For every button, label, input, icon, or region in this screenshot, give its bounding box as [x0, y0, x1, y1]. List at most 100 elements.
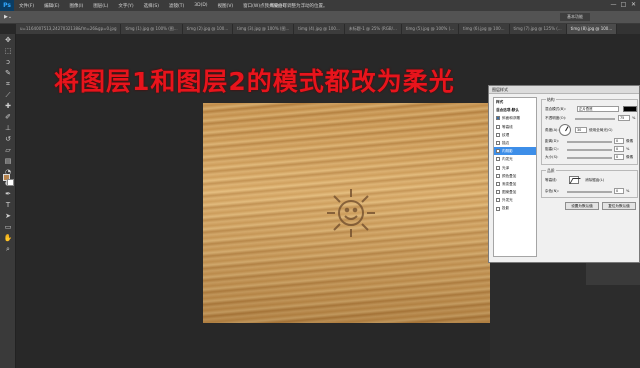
style-list-item[interactable]: 纹理	[494, 131, 536, 139]
document-tab[interactable]: timg (3).jpg @ 100% (图...	[233, 24, 295, 34]
options-bar: ▶⌄ 基本功能	[0, 11, 640, 24]
crop-icon[interactable]: ⌗	[1, 79, 15, 89]
size-field[interactable]: 0	[614, 154, 624, 160]
style-checkbox[interactable]	[496, 132, 500, 137]
quality-title: 品质	[546, 168, 556, 174]
style-checkbox[interactable]	[496, 124, 500, 129]
menu-filter[interactable]: 滤镜(T)	[164, 3, 189, 9]
style-list-item[interactable]: 斜面和浮雕	[494, 114, 536, 122]
style-checkbox[interactable]	[496, 181, 500, 186]
choke-slider[interactable]	[567, 149, 612, 151]
style-checkbox[interactable]	[496, 198, 500, 203]
menu-3d[interactable]: 3D(D)	[189, 3, 212, 8]
style-list-item[interactable]: 描边	[494, 139, 536, 147]
antialias-checkbox[interactable]: 消除锯齿(L)	[585, 178, 604, 183]
history-brush-icon[interactable]: ↺	[1, 134, 15, 144]
menu-type[interactable]: 文字(Y)	[113, 3, 138, 9]
noise-field[interactable]: 0	[614, 188, 624, 194]
distance-field[interactable]: 0	[614, 138, 624, 144]
blend-mode-select[interactable]: 正片叠底	[577, 106, 619, 112]
document-tab-active[interactable]: timg (8).jpg @ 100...	[566, 24, 618, 34]
distance-slider[interactable]	[567, 141, 612, 143]
eraser-icon[interactable]: ▱	[1, 145, 15, 155]
stamp-icon[interactable]: ⊥	[1, 123, 15, 133]
style-list-item[interactable]: 渐变叠加	[494, 180, 536, 188]
quick-select-icon[interactable]: ✎	[1, 68, 15, 78]
size-slider[interactable]	[567, 157, 612, 159]
opacity-field[interactable]: 75	[618, 115, 630, 121]
style-list-item[interactable]: 颜色叠加	[494, 172, 536, 180]
distance-label: 距离(D):	[545, 139, 559, 143]
maximize-button[interactable]: □	[620, 2, 627, 8]
style-list-item[interactable]: 图案叠加	[494, 188, 536, 196]
reset-default-button[interactable]: 复位为默认值	[602, 202, 636, 210]
style-checkbox[interactable]	[496, 190, 500, 195]
document-tab[interactable]: timg (4).jpg @ 100...	[294, 24, 345, 34]
style-list-item[interactable]: 内发光	[494, 155, 536, 163]
noise-slider[interactable]	[567, 191, 612, 193]
menu-edit[interactable]: 编辑(E)	[39, 3, 64, 9]
lasso-icon[interactable]: ↄ	[1, 57, 15, 67]
zoom-icon[interactable]: ⌕	[1, 244, 15, 254]
hand-icon[interactable]: ✋	[1, 233, 15, 243]
document-tab[interactable]: timg (7).jpg @ 125% (...	[509, 24, 567, 34]
layer-style-dialog: 图层样式 样式 混合选项:默认 斜面和浮雕 等高线 纹理 描边 内阴影 内发光 光泽 颜色叠加 渐变…	[488, 85, 640, 263]
document-canvas-wood-texture[interactable]	[203, 103, 493, 323]
pen-icon[interactable]: ✒	[1, 189, 15, 199]
close-window-button[interactable]: ✕	[630, 2, 637, 8]
path-select-icon[interactable]: ➤	[1, 211, 15, 221]
opacity-unit: %	[632, 116, 636, 120]
style-list-item[interactable]: 外发光	[494, 196, 536, 204]
document-tab[interactable]: timg (6).jpg @ 100...	[458, 24, 510, 34]
minimize-button[interactable]: —	[610, 2, 617, 8]
opacity-label: 不透明度(O):	[545, 116, 567, 120]
structure-title: 结构	[546, 97, 556, 103]
type-icon[interactable]: T	[1, 200, 15, 210]
angle-dial[interactable]	[559, 124, 571, 136]
style-list-item[interactable]: 样式	[494, 98, 536, 106]
document-tab[interactable]: timg (5).jpg @ 100% (...	[401, 24, 459, 34]
document-tab[interactable]: 未标题-1 @ 25% (RGB/...	[344, 24, 402, 34]
style-list-label: 外发光	[502, 198, 513, 203]
opacity-slider[interactable]	[575, 118, 615, 120]
style-checkbox[interactable]	[496, 206, 500, 211]
document-tab[interactable]: u=1164007513,2427032138&fm=26&gp=0.jpg	[16, 24, 122, 34]
shadow-color-swatch[interactable]	[623, 106, 637, 112]
workspace-switcher[interactable]: 基本功能	[560, 13, 590, 21]
menu-image[interactable]: 图像(I)	[64, 3, 88, 9]
menu-file[interactable]: 文件(F)	[14, 3, 39, 9]
choke-label: 阻塞(C):	[545, 147, 559, 151]
style-list-item[interactable]: 内阴影	[494, 147, 536, 156]
style-list-item[interactable]: 光泽	[494, 164, 536, 172]
photoshop-logo: Ps	[0, 0, 14, 11]
make-default-button[interactable]: 设置为默认值	[565, 202, 599, 210]
tool-preset-picker[interactable]: ▶⌄	[4, 14, 12, 20]
marquee-icon[interactable]: ⬚	[1, 46, 15, 56]
document-tab[interactable]: timg (2).jpg @ 100...	[182, 24, 234, 34]
document-tab[interactable]: timg (1).jpg @ 100% (图...	[121, 24, 183, 34]
style-checkbox[interactable]	[496, 173, 500, 178]
menu-select[interactable]: 选择(S)	[139, 3, 164, 9]
style-checkbox[interactable]	[496, 165, 500, 170]
move-icon[interactable]: ✥	[1, 35, 15, 45]
gradient-icon[interactable]: ▤	[1, 156, 15, 166]
choke-field[interactable]: 0	[614, 146, 624, 152]
style-checkbox[interactable]	[496, 141, 500, 146]
menu-view[interactable]: 视图(V)	[213, 3, 239, 9]
style-list-item[interactable]: 投影	[494, 204, 536, 212]
healing-icon[interactable]: ✚	[1, 101, 15, 111]
contour-picker[interactable]	[569, 176, 579, 184]
background-color-swatch[interactable]	[7, 179, 14, 186]
style-checkbox[interactable]	[496, 157, 500, 162]
brush-icon[interactable]: ✐	[1, 112, 15, 122]
angle-field[interactable]: 30	[575, 127, 587, 133]
style-checkbox[interactable]	[496, 149, 500, 154]
style-list-item[interactable]: 混合选项:默认	[494, 106, 536, 114]
global-light-checkbox[interactable]: 使用全局光(G)	[589, 128, 613, 133]
style-checkbox[interactable]	[496, 116, 500, 121]
menu-layer[interactable]: 图层(L)	[88, 3, 113, 9]
style-list-item[interactable]: 等高线	[494, 123, 536, 131]
shape-icon[interactable]: ▭	[1, 222, 15, 232]
eyedropper-icon[interactable]: ⟋	[1, 90, 15, 100]
style-list-label: 混合选项:默认	[496, 108, 519, 113]
